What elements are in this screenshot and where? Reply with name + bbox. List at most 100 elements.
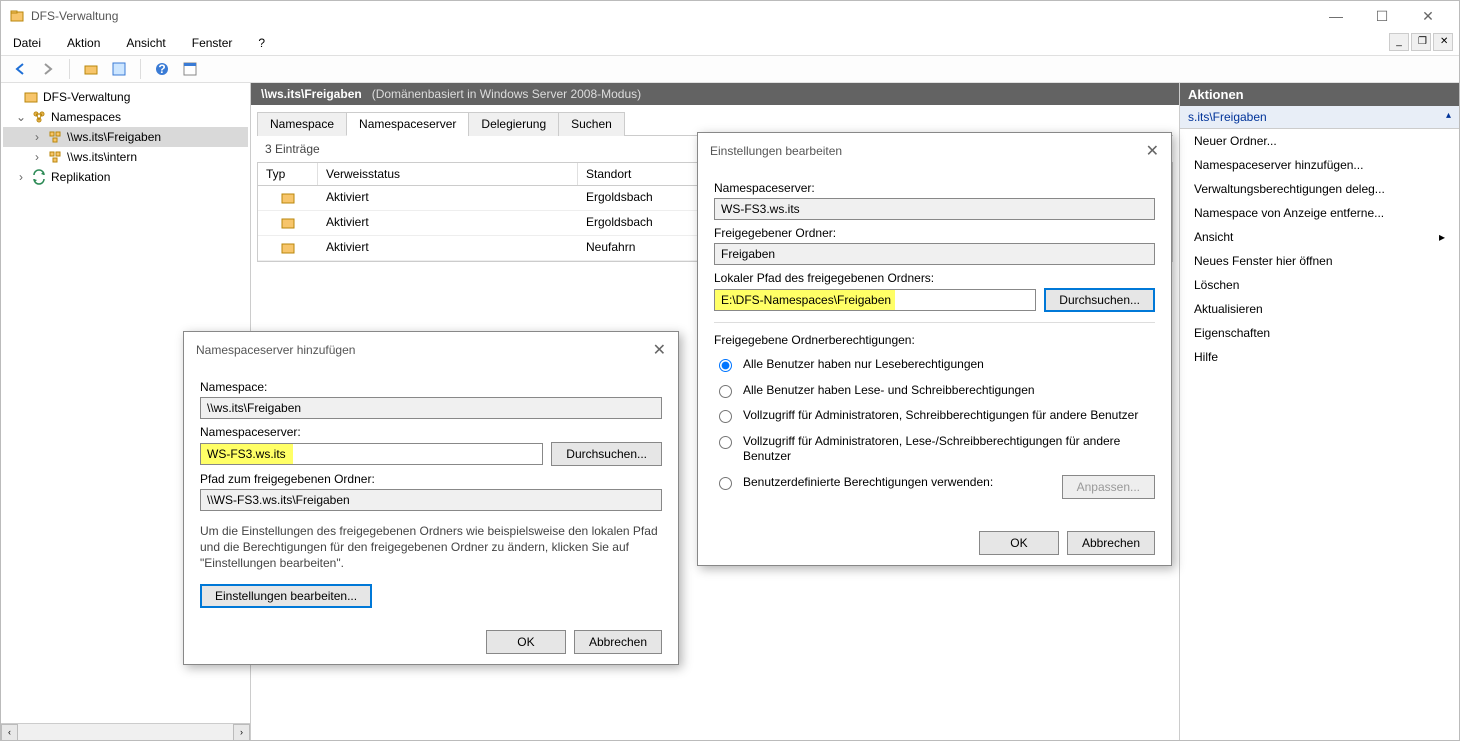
action-properties[interactable]: Eigenschaften	[1180, 321, 1459, 345]
dialog-close-button[interactable]: ✕	[1146, 141, 1159, 161]
server-label: Namespaceserver:	[200, 425, 662, 439]
customize-button: Anpassen...	[1062, 475, 1155, 499]
namespace-field	[200, 397, 662, 419]
new-window-button[interactable]	[179, 58, 201, 80]
radio-read-write[interactable]: Alle Benutzer haben Lese- und Schreibber…	[714, 383, 1155, 399]
menu-help[interactable]: ?	[254, 34, 269, 52]
share-field	[714, 243, 1155, 265]
cancel-button[interactable]: Abbrechen	[1067, 531, 1155, 555]
dialog-title-text: Einstellungen bearbeiten	[710, 144, 842, 158]
radio-input[interactable]	[719, 436, 732, 449]
close-button[interactable]: ✕	[1405, 2, 1451, 30]
properties-button[interactable]	[108, 58, 130, 80]
radio-label: Benutzerdefinierte Berechtigungen verwen…	[743, 475, 1054, 491]
tree-scrollbar[interactable]: ‹ ›	[1, 723, 250, 740]
path-sub: (Domänenbasiert in Windows Server 2008-M…	[372, 87, 641, 101]
dialog-body: Namespace: Namespaceserver: Durchsuchen.…	[184, 368, 678, 620]
local-path-field[interactable]	[714, 289, 1036, 311]
mdi-restore-button[interactable]: ❐	[1411, 33, 1431, 51]
tree-expander[interactable]: ⌄	[15, 110, 27, 124]
tree-namespaces[interactable]: ⌄ Namespaces	[3, 107, 248, 127]
main-window: DFS-Verwaltung — ☐ ✕ Datei Aktion Ansich…	[0, 0, 1460, 741]
window-title: DFS-Verwaltung	[31, 9, 1313, 23]
toolbar-separator	[69, 59, 70, 79]
tree-expander[interactable]: ›	[31, 130, 43, 144]
dialog-body: Namespaceserver: Freigegebener Ordner: L…	[698, 169, 1171, 521]
dialog-titlebar: Namespaceserver hinzufügen ✕	[184, 332, 678, 368]
radio-input[interactable]	[719, 359, 732, 372]
app-icon	[9, 8, 25, 24]
mdi-controls: _ ❐ ✕	[1389, 33, 1453, 51]
dialog-titlebar: Einstellungen bearbeiten ✕	[698, 133, 1171, 169]
tree-expander[interactable]: ›	[15, 170, 27, 184]
tree-ns-freigaben[interactable]: › \\ws.its\Freigaben	[3, 127, 248, 147]
action-new-window[interactable]: Neues Fenster hier öffnen	[1180, 249, 1459, 273]
action-remove-namespace[interactable]: Namespace von Anzeige entferne...	[1180, 201, 1459, 225]
action-new-folder[interactable]: Neuer Ordner...	[1180, 129, 1459, 153]
titlebar: DFS-Verwaltung — ☐ ✕	[1, 1, 1459, 31]
namespace-label: Namespace:	[200, 380, 662, 394]
up-button[interactable]	[80, 58, 102, 80]
scroll-left-button[interactable]: ‹	[1, 724, 18, 740]
browse-server-button[interactable]: Durchsuchen...	[551, 442, 662, 466]
radio-input[interactable]	[719, 385, 732, 398]
ok-button[interactable]: OK	[979, 531, 1059, 555]
action-refresh[interactable]: Aktualisieren	[1180, 297, 1459, 321]
dfs-icon	[23, 89, 39, 105]
tree-label: Replikation	[51, 170, 110, 184]
radio-custom[interactable]: Benutzerdefinierte Berechtigungen verwen…	[714, 475, 1155, 499]
scroll-track[interactable]	[18, 724, 233, 740]
radio-label: Vollzugriff für Administratoren, Schreib…	[743, 408, 1155, 424]
help-button[interactable]: ?	[151, 58, 173, 80]
mdi-close-button[interactable]: ✕	[1433, 33, 1453, 51]
tab-delegation[interactable]: Delegierung	[468, 112, 559, 136]
radio-admin-full-write[interactable]: Vollzugriff für Administratoren, Schreib…	[714, 408, 1155, 424]
server-label: Namespaceserver:	[714, 181, 1155, 195]
edit-settings-button[interactable]: Einstellungen bearbeiten...	[200, 584, 372, 608]
back-button[interactable]	[9, 58, 31, 80]
namespaces-icon	[31, 109, 47, 125]
local-path-label: Lokaler Pfad des freigegebenen Ordners:	[714, 271, 1155, 285]
tree-label: Namespaces	[51, 110, 121, 124]
row-type-icon	[258, 211, 318, 235]
action-view[interactable]: Ansicht▸	[1180, 225, 1459, 249]
maximize-button[interactable]: ☐	[1359, 2, 1405, 30]
tree-expander[interactable]: ›	[31, 150, 43, 164]
share-label: Freigegebener Ordner:	[714, 226, 1155, 240]
radio-admin-full-rw[interactable]: Vollzugriff für Administratoren, Lese-/S…	[714, 434, 1155, 465]
server-field[interactable]	[200, 443, 543, 465]
radio-read-only[interactable]: Alle Benutzer haben nur Leseberechtigung…	[714, 357, 1155, 373]
col-header-type[interactable]: Typ	[258, 163, 318, 185]
tree-root[interactable]: DFS-Verwaltung	[3, 87, 248, 107]
ok-button[interactable]: OK	[486, 630, 566, 654]
forward-button[interactable]	[37, 58, 59, 80]
tab-search[interactable]: Suchen	[558, 112, 625, 136]
radio-input[interactable]	[719, 477, 732, 490]
action-delegate[interactable]: Verwaltungsberechtigungen deleg...	[1180, 177, 1459, 201]
tree-ns-intern[interactable]: › \\ws.its\intern	[3, 147, 248, 167]
dialog-close-button[interactable]: ✕	[653, 340, 666, 360]
radio-input[interactable]	[719, 410, 732, 423]
path-header: \\ws.its\Freigaben (Domänenbasiert in Wi…	[251, 83, 1179, 105]
menu-window[interactable]: Fenster	[188, 34, 237, 52]
minimize-button[interactable]: —	[1313, 2, 1359, 30]
tab-namespaceserver[interactable]: Namespaceserver	[346, 112, 469, 136]
path-text: \\ws.its\Freigaben	[261, 87, 362, 101]
toolbar-separator	[140, 59, 141, 79]
path-label: Pfad zum freigegebenen Ordner:	[200, 472, 662, 486]
cancel-button[interactable]: Abbrechen	[574, 630, 662, 654]
hint-text: Um die Einstellungen des freigegebenen O…	[200, 523, 662, 572]
menu-file[interactable]: Datei	[9, 34, 45, 52]
browse-path-button[interactable]: Durchsuchen...	[1044, 288, 1155, 312]
action-help[interactable]: Hilfe	[1180, 345, 1459, 369]
menu-action[interactable]: Aktion	[63, 34, 104, 52]
actions-subhead[interactable]: s.its\Freigaben	[1180, 106, 1459, 129]
menu-view[interactable]: Ansicht	[122, 34, 169, 52]
action-delete[interactable]: Löschen	[1180, 273, 1459, 297]
col-header-status[interactable]: Verweisstatus	[318, 163, 578, 185]
action-add-server[interactable]: Namespaceserver hinzufügen...	[1180, 153, 1459, 177]
tab-namespace[interactable]: Namespace	[257, 112, 347, 136]
scroll-right-button[interactable]: ›	[233, 724, 250, 740]
mdi-minimize-button[interactable]: _	[1389, 33, 1409, 51]
tree-replication[interactable]: › Replikation	[3, 167, 248, 187]
